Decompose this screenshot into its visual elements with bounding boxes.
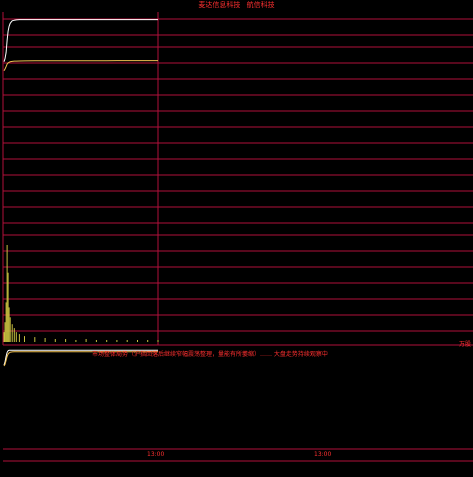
window-title: 麦达信息科技 航信科技: [0, 0, 473, 10]
time-label-right: 13:00: [314, 451, 332, 458]
average-price-line: [3, 60, 158, 72]
chart-grid: [2, 12, 473, 462]
price-line: [3, 19, 158, 62]
time-label-mid: 13:00: [147, 451, 165, 458]
volume-unit-label: 万股: [459, 341, 472, 348]
title-left: 麦达信息科技: [198, 1, 241, 9]
intraday-chart[interactable]: [0, 0, 473, 477]
title-right: 航信科技: [246, 1, 275, 9]
market-info-line: 市场整体局势（沪指回落后继续窄幅震荡整理，量能有所萎缩）…… 大盘走势持续观察中: [92, 351, 328, 358]
volume-plot: [3, 245, 159, 342]
